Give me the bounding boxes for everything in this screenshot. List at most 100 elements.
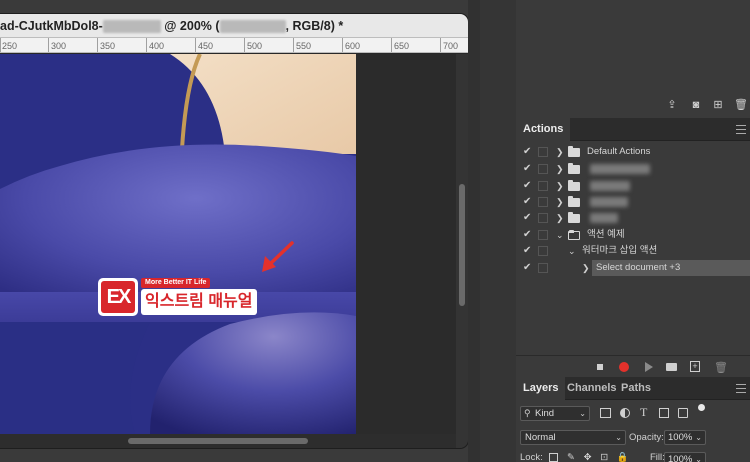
chevron-down-icon[interactable]: ⌄: [556, 227, 564, 243]
blend-mode-value: Normal: [525, 432, 556, 443]
list-item[interactable]: ✔ ❯ Select document +3: [516, 260, 750, 276]
canvas-image: [0, 53, 356, 434]
layers-tabbar: Layers Channels Paths: [516, 377, 750, 400]
folder-icon: [568, 146, 580, 157]
lock-label: Lock:: [520, 452, 543, 462]
new-item-icon[interactable]: ⊞: [712, 99, 724, 111]
photoshop-workspace: ad-CJutkMbDol8- @ 200% (, RGB/8) * 250 3…: [0, 0, 750, 462]
list-item[interactable]: ✔ ❯: [516, 194, 750, 210]
list-item[interactable]: ✔ ❯: [516, 161, 750, 177]
ruler-tick: 300: [51, 41, 67, 51]
ruler-tick: 600: [345, 41, 361, 51]
check-icon[interactable]: ✔: [523, 227, 531, 243]
ex-logo-badge: EX: [98, 278, 138, 316]
ruler-tick: 450: [198, 41, 214, 51]
check-icon[interactable]: ✔: [523, 194, 531, 210]
check-icon[interactable]: ✔: [523, 161, 531, 177]
check-icon[interactable]: ✔: [523, 210, 531, 226]
folder-icon: [568, 196, 580, 207]
action-set-label: Default Actions: [587, 146, 651, 157]
panel-menu-icon[interactable]: [736, 125, 746, 134]
chevron-down-icon: ⌄: [695, 455, 702, 462]
scroll-thumb[interactable]: [128, 438, 308, 444]
dialog-toggle[interactable]: [538, 263, 548, 273]
tab-actions[interactable]: Actions: [516, 118, 571, 141]
smart-object-filter-icon[interactable]: [678, 408, 688, 418]
folder-open-icon: [568, 230, 580, 240]
lock-brush-icon[interactable]: ✎: [567, 452, 575, 462]
actions-footer: + 🗑: [516, 355, 750, 377]
dialog-toggle[interactable]: [538, 197, 548, 207]
chevron-right-icon[interactable]: ❯: [556, 210, 564, 226]
actions-list: ✔ ❯ Default Actions ✔ ❯ ✔ ❯ ✔ ❯ ✔ ❯ ✔ ⌄ …: [516, 143, 750, 353]
tab-paths[interactable]: Paths: [614, 377, 658, 400]
chevron-right-icon[interactable]: ❯: [556, 144, 564, 160]
vertical-scrollbar[interactable]: [456, 54, 468, 448]
ruler-tick: 400: [149, 41, 165, 51]
shape-filter-icon[interactable]: [659, 408, 669, 418]
ruler-tick: 700: [443, 41, 459, 51]
fill-value: 100%: [668, 454, 693, 462]
new-action-icon[interactable]: +: [690, 361, 700, 372]
lock-all-icon[interactable]: 🔒: [617, 452, 629, 462]
kind-filter-select[interactable]: ⚲ Kind ⌄: [520, 406, 590, 421]
horizontal-ruler[interactable]: 250 300 350 400 450 500 550 600 650 700: [0, 38, 468, 53]
chevron-right-icon[interactable]: ❯: [556, 161, 564, 177]
lock-row: Lock: ✎ ✥ ⊡ 🔒: [520, 452, 629, 462]
list-item[interactable]: ✔ ⌄ 액션 예제: [516, 227, 750, 243]
action-label: 워터마크 삽입 액션: [582, 245, 658, 256]
stop-icon[interactable]: [597, 364, 603, 370]
scroll-thumb[interactable]: [459, 184, 465, 306]
chevron-down-icon[interactable]: ⌄: [568, 243, 576, 259]
ruler-tick: 350: [100, 41, 116, 51]
layers-options: ⚲ Kind ⌄ T Normal ⌄ Opacity: 100% ⌄ Lock…: [516, 400, 750, 462]
dialog-toggle[interactable]: [538, 181, 548, 191]
redacted-text: [219, 20, 286, 34]
play-icon[interactable]: [645, 362, 653, 372]
adjustment-filter-icon[interactable]: [620, 408, 630, 418]
action-set-label: 액션 예제: [587, 229, 625, 240]
panel-divider[interactable]: [468, 0, 480, 462]
blend-mode-select[interactable]: Normal ⌄: [520, 430, 626, 445]
fill-field[interactable]: 100% ⌄: [664, 452, 706, 462]
chevron-right-icon[interactable]: ❯: [556, 194, 564, 210]
record-icon[interactable]: [619, 362, 629, 372]
opacity-value: 100%: [668, 432, 693, 443]
opacity-field[interactable]: 100% ⌄: [664, 430, 706, 445]
folder-icon: [568, 163, 580, 174]
doc-title-mode: , RGB/8) *: [285, 19, 344, 33]
dialog-toggle[interactable]: [538, 147, 548, 157]
trash-icon[interactable]: 🗑: [714, 361, 728, 374]
camera-icon[interactable]: ◙: [690, 99, 702, 111]
chevron-right-icon[interactable]: ❯: [556, 178, 564, 194]
dialog-toggle[interactable]: [538, 213, 548, 223]
lock-transparency-icon[interactable]: [549, 452, 559, 462]
check-icon[interactable]: ✔: [523, 243, 531, 259]
list-item[interactable]: ✔ ❯: [516, 210, 750, 226]
document-title-bar[interactable]: ad-CJutkMbDol8- @ 200% (, RGB/8) *: [0, 14, 468, 38]
panel-dock: [480, 0, 516, 462]
check-icon[interactable]: ✔: [523, 260, 531, 276]
image-filter-icon[interactable]: [600, 408, 611, 418]
panel-menu-icon[interactable]: [736, 384, 746, 393]
check-icon[interactable]: ✔: [523, 144, 531, 160]
type-filter-icon[interactable]: T: [640, 405, 647, 420]
kind-label: Kind: [535, 408, 555, 419]
filter-toggle-icon[interactable]: [698, 404, 705, 411]
dialog-toggle[interactable]: [538, 246, 548, 256]
lock-move-icon[interactable]: ✥: [584, 452, 592, 462]
trash-icon[interactable]: 🗑: [734, 99, 748, 111]
list-item[interactable]: ✔ ⌄ 워터마크 삽입 액션: [516, 243, 750, 259]
dialog-toggle[interactable]: [538, 164, 548, 174]
lock-artboard-icon[interactable]: ⊡: [600, 452, 608, 462]
list-item[interactable]: ✔ ❯ Default Actions: [516, 144, 750, 160]
tab-layers[interactable]: Layers: [516, 377, 566, 400]
document-window: ad-CJutkMbDol8- @ 200% (, RGB/8) * 250 3…: [0, 14, 468, 448]
chevron-right-icon[interactable]: ❯: [582, 260, 590, 276]
import-icon[interactable]: ⇪: [666, 99, 678, 111]
folder-icon[interactable]: [666, 363, 677, 371]
dialog-toggle[interactable]: [538, 230, 548, 240]
check-icon[interactable]: ✔: [523, 178, 531, 194]
list-item[interactable]: ✔ ❯: [516, 178, 750, 194]
horizontal-scrollbar[interactable]: [0, 434, 456, 448]
